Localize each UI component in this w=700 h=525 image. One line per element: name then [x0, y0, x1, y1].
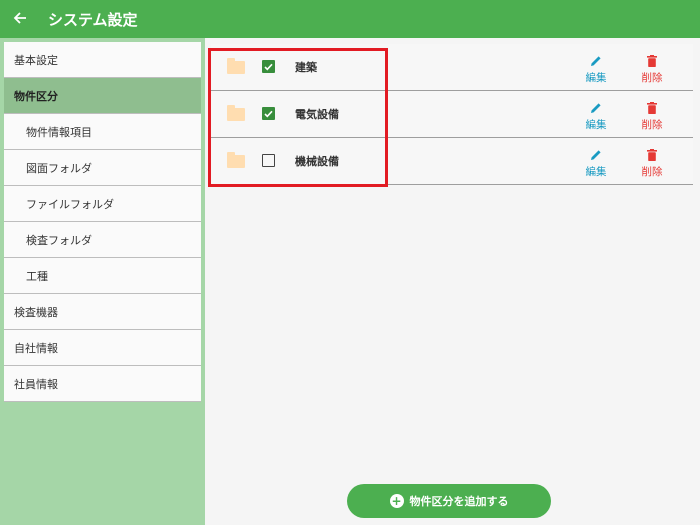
- pencil-icon: [590, 54, 602, 68]
- list-item: 電気設備 編集 削除: [211, 91, 693, 138]
- edit-label: 編集: [585, 166, 607, 178]
- list-item: 建築 編集 削除: [211, 44, 693, 91]
- delete-label: 削除: [641, 72, 663, 84]
- edit-button[interactable]: 編集: [576, 54, 616, 85]
- category-name: 電気設備: [295, 108, 339, 121]
- pencil-icon: [590, 148, 602, 162]
- add-category-button[interactable]: + 物件区分を追加する: [347, 484, 551, 518]
- pencil-icon: [590, 101, 602, 115]
- category-name: 機械設備: [295, 155, 339, 168]
- category-name: 建築: [295, 61, 317, 74]
- delete-button[interactable]: 削除: [632, 148, 672, 179]
- folder-icon: [227, 58, 245, 74]
- delete-label: 削除: [641, 166, 663, 178]
- checkbox[interactable]: [262, 107, 275, 120]
- sidebar: 基本設定 物件区分 物件情報項目 図面フォルダ ファイルフォルダ 検査フォルダ …: [0, 38, 205, 525]
- category-list: 建築 編集 削除 電気設備 編集 削除 機械設備 編集 削除: [211, 44, 693, 185]
- main-content: 建築 編集 削除 電気設備 編集 削除 機械設備 編集 削除 + 物件区分を追加…: [205, 38, 700, 525]
- checkbox[interactable]: [262, 154, 275, 167]
- delete-label: 削除: [641, 119, 663, 131]
- sidebar-item-basic-settings[interactable]: 基本設定: [4, 42, 201, 78]
- back-arrow-icon[interactable]: [0, 9, 40, 30]
- list-item: 機械設備 編集 削除: [211, 138, 693, 185]
- page-title: システム設定: [48, 10, 138, 29]
- delete-button[interactable]: 削除: [632, 101, 672, 132]
- sidebar-list: 基本設定 物件区分 物件情報項目 図面フォルダ ファイルフォルダ 検査フォルダ …: [4, 42, 201, 402]
- trash-icon: [647, 54, 657, 68]
- plus-circle-icon: +: [389, 494, 404, 508]
- sidebar-item-file-folder[interactable]: ファイルフォルダ: [4, 186, 201, 222]
- sidebar-item-work-type[interactable]: 工種: [4, 258, 201, 294]
- sidebar-item-property-info-fields[interactable]: 物件情報項目: [4, 114, 201, 150]
- trash-icon: [647, 101, 657, 115]
- delete-button[interactable]: 削除: [632, 54, 672, 85]
- edit-label: 編集: [585, 119, 607, 131]
- sidebar-item-inspection-folder[interactable]: 検査フォルダ: [4, 222, 201, 258]
- checkbox[interactable]: [262, 60, 275, 73]
- sidebar-item-company-info[interactable]: 自社情報: [4, 330, 201, 366]
- edit-label: 編集: [585, 72, 607, 84]
- sidebar-item-employee-info[interactable]: 社員情報: [4, 366, 201, 402]
- edit-button[interactable]: 編集: [576, 101, 616, 132]
- sidebar-item-property-category[interactable]: 物件区分: [4, 78, 201, 114]
- app-bar: システム設定: [0, 0, 700, 38]
- add-category-label: 物件区分を追加する: [409, 495, 509, 508]
- sidebar-item-inspection-equipment[interactable]: 検査機器: [4, 294, 201, 330]
- edit-button[interactable]: 編集: [576, 148, 616, 179]
- folder-icon: [227, 152, 245, 168]
- folder-icon: [227, 105, 245, 121]
- sidebar-item-drawing-folder[interactable]: 図面フォルダ: [4, 150, 201, 186]
- trash-icon: [647, 148, 657, 162]
